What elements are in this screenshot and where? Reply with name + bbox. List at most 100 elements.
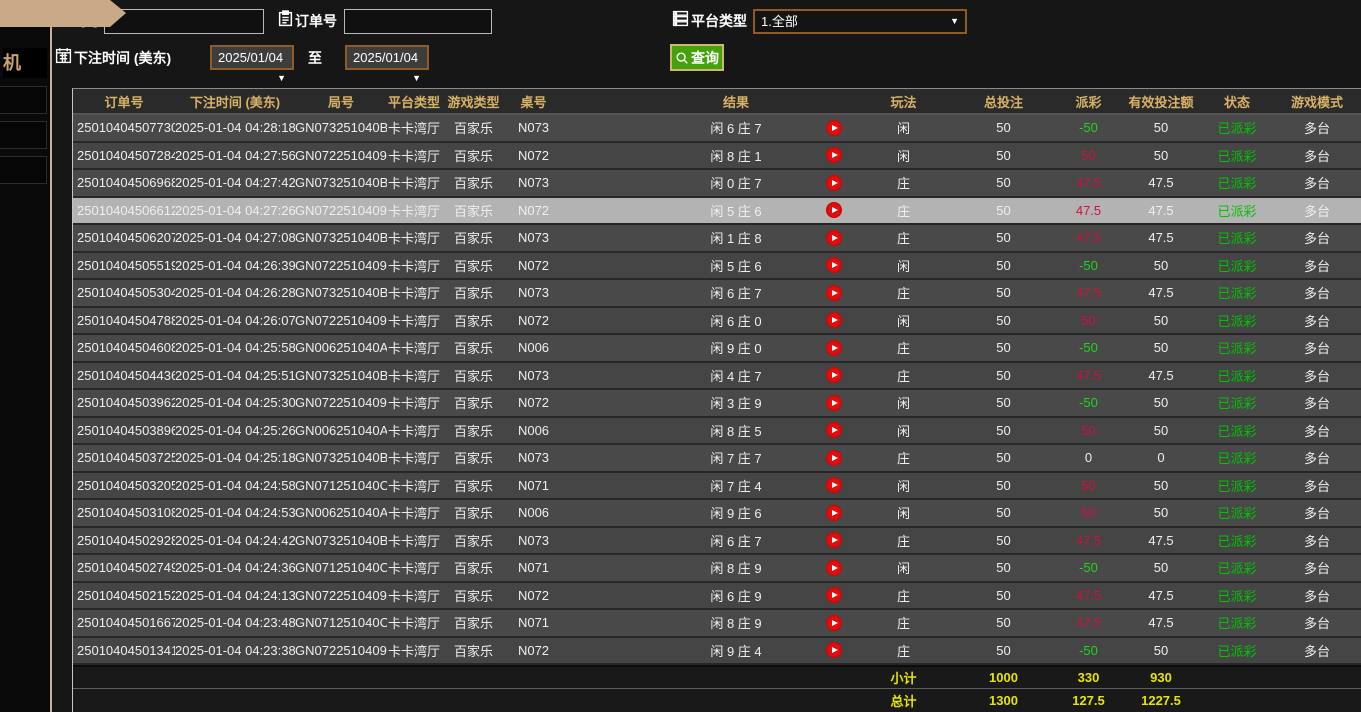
- replay-play-icon[interactable]: [826, 395, 842, 411]
- replay-play-icon[interactable]: [826, 615, 842, 631]
- sidebar-menu-item[interactable]: [0, 121, 47, 149]
- cell-replay: [811, 422, 856, 438]
- cell-payout: 50: [1056, 148, 1121, 163]
- cell-game-mode: 多台: [1273, 503, 1361, 522]
- table-row[interactable]: 250104045039623 2025-01-04 04:25:30 GN07…: [73, 390, 1361, 418]
- cell-game-mode: 多台: [1273, 393, 1361, 412]
- sidebar-menu-item[interactable]: [0, 86, 47, 114]
- replay-play-icon[interactable]: [826, 230, 842, 246]
- cell-payout: -50: [1056, 560, 1121, 575]
- cell-replay: [811, 285, 856, 301]
- table-row[interactable]: 250104045072844 2025-01-04 04:27:56 GN07…: [73, 143, 1361, 171]
- game-no-input[interactable]: [104, 9, 264, 34]
- table-row[interactable]: 250104045055190 2025-01-04 04:26:39 GN07…: [73, 253, 1361, 281]
- cell-platform: 卡卡湾厅: [387, 228, 441, 247]
- replay-play-icon[interactable]: [826, 422, 842, 438]
- replay-play-icon[interactable]: [826, 147, 842, 163]
- date-from-select[interactable]: 2025/01/04 ▼: [210, 45, 294, 70]
- table-row[interactable]: 250104045069688 2025-01-04 04:27:42 GN07…: [73, 170, 1361, 198]
- replay-play-icon[interactable]: [826, 450, 842, 466]
- cell-bet-time: 2025-01-04 04:27:26: [175, 203, 295, 218]
- cell-game-mode: 多台: [1273, 421, 1361, 440]
- cell-table-no: N072: [506, 258, 561, 273]
- table-row[interactable]: 250104045016675 2025-01-04 04:23:48 GN07…: [73, 610, 1361, 638]
- table-body: 250104045077302 2025-01-04 04:28:18 GN07…: [73, 115, 1361, 665]
- grand-total-label: 总计: [856, 691, 951, 710]
- cell-platform: 卡卡湾厅: [387, 146, 441, 165]
- cell-payout: 47.5: [1056, 285, 1121, 300]
- date-to-select[interactable]: 2025/01/04 ▼: [345, 45, 429, 70]
- cell-game-no: GN073251040B8: [295, 450, 387, 465]
- table-row[interactable]: 250104045038968 2025-01-04 04:25:26 GN00…: [73, 418, 1361, 446]
- cell-game-mode: 多台: [1273, 613, 1361, 632]
- col-header-order-no: 订单号: [73, 92, 175, 111]
- replay-play-icon[interactable]: [826, 202, 842, 218]
- cell-game-no: GN073251040BC: [295, 175, 387, 190]
- cell-payout: 47.5: [1056, 588, 1121, 603]
- cell-game-type: 百家乐: [441, 228, 506, 247]
- replay-play-icon[interactable]: [826, 340, 842, 356]
- table-row[interactable]: 250104045047888 2025-01-04 04:26:07 GN07…: [73, 308, 1361, 336]
- order-no-input[interactable]: [344, 9, 492, 34]
- cell-game-no: GN0722510409C: [295, 395, 387, 410]
- cell-order-no: 250104045039623: [73, 395, 175, 410]
- table-row[interactable]: 250104045077302 2025-01-04 04:28:18 GN07…: [73, 115, 1361, 143]
- cell-valid-bet: 50: [1121, 120, 1201, 135]
- table-row[interactable]: 250104045013414 2025-01-04 04:23:38 GN07…: [73, 638, 1361, 666]
- replay-play-icon[interactable]: [826, 587, 842, 603]
- table-row[interactable]: 250104045044369 2025-01-04 04:25:51 GN07…: [73, 363, 1361, 391]
- cell-play-type: 闲: [856, 421, 951, 440]
- replay-play-icon[interactable]: [826, 477, 842, 493]
- table-row[interactable]: 250104045031089 2025-01-04 04:24:53 GN00…: [73, 500, 1361, 528]
- replay-play-icon[interactable]: [826, 532, 842, 548]
- table-row[interactable]: 250104045032056 2025-01-04 04:24:58 GN07…: [73, 473, 1361, 501]
- order-no-label: 订单号: [295, 8, 337, 34]
- cell-game-no: GN073251040B9: [295, 368, 387, 383]
- table-row[interactable]: 250104045037255 2025-01-04 04:25:18 GN07…: [73, 445, 1361, 473]
- cell-bet-time: 2025-01-04 04:23:48: [175, 615, 295, 630]
- table-row[interactable]: 250104045062075 2025-01-04 04:27:08 GN07…: [73, 225, 1361, 253]
- cell-total-bet: 50: [951, 560, 1056, 575]
- cell-total-bet: 50: [951, 175, 1056, 190]
- query-button[interactable]: 查询: [670, 44, 724, 71]
- cell-bet-time: 2025-01-04 04:24:36: [175, 560, 295, 575]
- replay-play-icon[interactable]: [826, 120, 842, 136]
- table-row[interactable]: 250104045053047 2025-01-04 04:26:28 GN07…: [73, 280, 1361, 308]
- cell-bet-time: 2025-01-04 04:24:53: [175, 505, 295, 520]
- replay-play-icon[interactable]: [826, 285, 842, 301]
- replay-play-icon[interactable]: [826, 257, 842, 273]
- cell-order-no: 250104045037255: [73, 450, 175, 465]
- cell-total-bet: 50: [951, 258, 1056, 273]
- cell-valid-bet: 50: [1121, 148, 1201, 163]
- cell-play-type: 闲: [856, 476, 951, 495]
- cell-status: 已派彩: [1201, 311, 1273, 330]
- table-row[interactable]: 250104045021526 2025-01-04 04:24:13 GN07…: [73, 583, 1361, 611]
- sidebar-item-partial[interactable]: 机: [3, 48, 47, 78]
- platform-type-select[interactable]: 1.全部 ▼: [753, 9, 967, 34]
- replay-play-icon[interactable]: [826, 560, 842, 576]
- cell-order-no: 250104045072844: [73, 148, 175, 163]
- grand-total-payout: 127.5: [1056, 693, 1121, 708]
- cell-status: 已派彩: [1201, 476, 1273, 495]
- table-row[interactable]: 250104045027493 2025-01-04 04:24:36 GN07…: [73, 555, 1361, 583]
- replay-play-icon[interactable]: [826, 505, 842, 521]
- replay-play-icon[interactable]: [826, 367, 842, 383]
- cell-platform: 卡卡湾厅: [387, 118, 441, 137]
- sidebar-menu-item[interactable]: [0, 156, 47, 184]
- cell-table-no: N072: [506, 643, 561, 658]
- table-row[interactable]: 250104045066121 2025-01-04 04:27:26 GN07…: [73, 198, 1361, 226]
- cell-replay: [811, 340, 856, 356]
- cell-valid-bet: 50: [1121, 478, 1201, 493]
- replay-play-icon[interactable]: [826, 642, 842, 658]
- cell-valid-bet: 47.5: [1121, 285, 1201, 300]
- replay-play-icon[interactable]: [826, 175, 842, 191]
- table-row[interactable]: 250104045046083 2025-01-04 04:25:58 GN00…: [73, 335, 1361, 363]
- table-row[interactable]: 250104045029282 2025-01-04 04:24:42 GN07…: [73, 528, 1361, 556]
- cell-valid-bet: 47.5: [1121, 588, 1201, 603]
- cell-bet-time: 2025-01-04 04:26:28: [175, 285, 295, 300]
- replay-play-icon[interactable]: [826, 312, 842, 328]
- cell-play-type: 闲: [856, 118, 951, 137]
- cell-result: 闲 6 庄 0: [561, 311, 811, 330]
- cell-order-no: 250104045077302: [73, 120, 175, 135]
- col-header-table-no: 桌号: [506, 92, 561, 111]
